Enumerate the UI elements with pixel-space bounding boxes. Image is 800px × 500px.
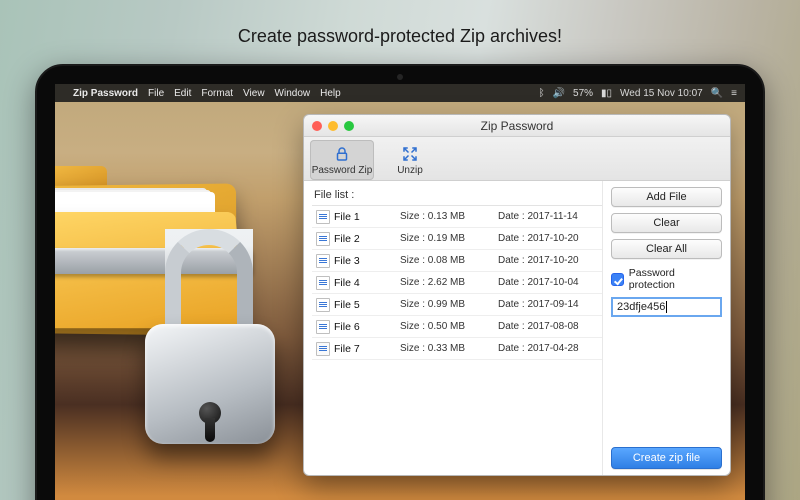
desktop-screen: Zip Password File Edit Format View Windo… (55, 84, 745, 500)
file-name: File 1 (334, 211, 400, 223)
app-window: Zip Password Password Zip Unzip (303, 114, 731, 476)
create-zip-button[interactable]: Create zip file (611, 447, 722, 469)
tab-unzip-label: Unzip (397, 165, 423, 176)
clear-button[interactable]: Clear (611, 213, 722, 233)
file-date: Date : 2017-10-20 (498, 255, 596, 266)
battery-percent[interactable]: 57% (573, 88, 593, 99)
file-icon (316, 254, 330, 268)
file-date: Date : 2017-10-20 (498, 233, 596, 244)
add-file-button[interactable]: Add File (611, 187, 722, 207)
window-titlebar[interactable]: Zip Password (304, 115, 730, 137)
file-size: Size : 0.99 MB (400, 299, 498, 310)
menu-extras-icon[interactable]: ≡ (731, 88, 737, 99)
list-item[interactable]: File 1 Size : 0.13 MB Date : 2017-11-14 (312, 206, 602, 228)
lock-icon (332, 145, 352, 163)
list-item[interactable]: File 6 Size : 0.50 MB Date : 2017-08-08 (312, 316, 602, 338)
spotlight-icon[interactable]: 🔍 (711, 88, 723, 99)
close-icon[interactable] (312, 121, 322, 131)
file-name: File 6 (334, 321, 400, 333)
menubar-app-name[interactable]: Zip Password (73, 88, 138, 99)
file-size: Size : 0.13 MB (400, 211, 498, 222)
checkbox-icon[interactable] (611, 273, 624, 286)
file-date: Date : 2017-08-08 (498, 321, 596, 332)
tab-password-zip[interactable]: Password Zip (310, 140, 374, 180)
menubar-item-window[interactable]: Window (275, 88, 311, 99)
file-icon (316, 232, 330, 246)
bluetooth-icon[interactable]: ᛒ (539, 88, 545, 99)
file-date: Date : 2017-11-14 (498, 211, 596, 222)
tab-unzip[interactable]: Unzip (378, 140, 442, 180)
menubar-item-view[interactable]: View (243, 88, 265, 99)
zoom-icon[interactable] (344, 121, 354, 131)
file-date: Date : 2017-10-04 (498, 277, 596, 288)
window-title: Zip Password (304, 119, 730, 133)
list-item[interactable]: File 4 Size : 2.62 MB Date : 2017-10-04 (312, 272, 602, 294)
laptop-camera (397, 74, 403, 80)
file-icon (316, 276, 330, 290)
file-size: Size : 0.08 MB (400, 255, 498, 266)
menubar-item-edit[interactable]: Edit (174, 88, 191, 99)
password-input[interactable]: 23dfje456 (611, 297, 722, 317)
file-name: File 7 (334, 343, 400, 355)
menubar-datetime[interactable]: Wed 15 Nov 10:07 (620, 88, 703, 99)
macos-menubar: Zip Password File Edit Format View Windo… (55, 84, 745, 102)
file-icon (316, 298, 330, 312)
laptop-frame: Zip Password File Edit Format View Windo… (35, 64, 765, 500)
file-name: File 5 (334, 299, 400, 311)
file-size: Size : 2.62 MB (400, 277, 498, 288)
menubar-item-format[interactable]: Format (201, 88, 233, 99)
list-item[interactable]: File 5 Size : 0.99 MB Date : 2017-09-14 (312, 294, 602, 316)
file-icon (316, 320, 330, 334)
file-date: Date : 2017-09-14 (498, 299, 596, 310)
file-size: Size : 0.33 MB (400, 343, 498, 354)
password-value: 23dfje456 (617, 301, 665, 313)
volume-icon[interactable]: 🔊 (553, 88, 565, 99)
list-item[interactable]: File 3 Size : 0.08 MB Date : 2017-10-20 (312, 250, 602, 272)
menubar-item-help[interactable]: Help (320, 88, 341, 99)
file-name: File 2 (334, 233, 400, 245)
file-name: File 3 (334, 255, 400, 267)
promo-tagline: Create password-protected Zip archives! (0, 0, 800, 47)
file-list-label: File list : (312, 187, 602, 205)
password-protection-toggle[interactable]: Password protection (611, 267, 722, 291)
toolbar: Password Zip Unzip (304, 137, 730, 181)
file-list[interactable]: File 1 Size : 0.13 MB Date : 2017-11-14 … (312, 205, 602, 475)
file-size: Size : 0.50 MB (400, 321, 498, 332)
list-item[interactable]: File 7 Size : 0.33 MB Date : 2017-04-28 (312, 338, 602, 360)
expand-arrows-icon (400, 145, 420, 163)
tab-password-zip-label: Password Zip (312, 165, 373, 176)
menubar-item-file[interactable]: File (148, 88, 164, 99)
list-item[interactable]: File 2 Size : 0.19 MB Date : 2017-10-20 (312, 228, 602, 250)
padlock-illustration (145, 284, 275, 449)
battery-icon[interactable]: ▮▯ (601, 88, 612, 99)
file-size: Size : 0.19 MB (400, 233, 498, 244)
file-name: File 4 (334, 277, 400, 289)
clear-all-button[interactable]: Clear All (611, 239, 722, 259)
password-protection-label: Password protection (629, 267, 722, 291)
file-icon (316, 342, 330, 356)
keyhole-icon (199, 402, 221, 424)
file-icon (316, 210, 330, 224)
actions-pane: Add File Clear Clear All Password protec… (602, 181, 730, 475)
file-list-pane: File list : File 1 Size : 0.13 MB Date :… (304, 181, 602, 475)
minimize-icon[interactable] (328, 121, 338, 131)
file-date: Date : 2017-04-28 (498, 343, 596, 354)
